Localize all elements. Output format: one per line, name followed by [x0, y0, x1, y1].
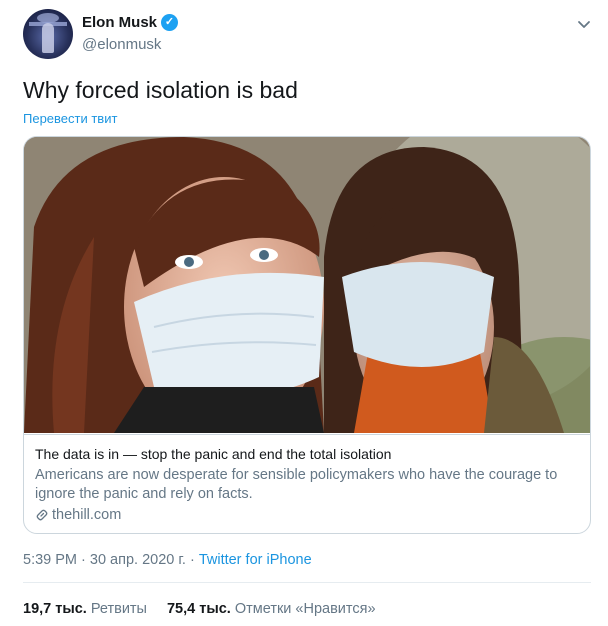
tweet-text: Why forced isolation is bad: [23, 77, 298, 103]
author-name-row[interactable]: Elon Musk ✓: [82, 14, 179, 31]
tweet-date[interactable]: 30 апр. 2020 г.: [90, 552, 186, 568]
divider: [23, 582, 591, 583]
author-handle[interactable]: @elonmusk: [82, 36, 161, 53]
meta-separator-2: ·: [185, 552, 199, 568]
card-domain-label[interactable]: thehill.com: [52, 507, 121, 523]
author-name[interactable]: Elon Musk: [82, 14, 157, 31]
tweet: Elon Musk ✓ @elonmusk Why forced isolati…: [0, 0, 608, 626]
tweet-time[interactable]: 5:39 PM: [23, 552, 77, 568]
link-icon: [36, 509, 48, 521]
verified-icon: ✓: [161, 14, 179, 31]
card-caption[interactable]: The data is in — stop the panic and end …: [24, 434, 590, 533]
card-photo: [24, 137, 590, 433]
likes-stat[interactable]: 75,4 тыс. Отметки «Нравится»: [167, 601, 376, 617]
card-domain[interactable]: thehill.com: [35, 507, 121, 523]
retweets-stat[interactable]: 19,7 тыс. Ретвиты: [23, 601, 147, 617]
retweets-count: 19,7 тыс.: [23, 601, 87, 617]
avatar[interactable]: [23, 9, 73, 59]
meta-separator: ·: [77, 552, 90, 568]
likes-label: Отметки «Нравится»: [234, 601, 376, 617]
card-description: Americans are now desperate for sensible…: [35, 467, 558, 502]
translate-link[interactable]: Перевести твит: [23, 111, 117, 126]
card-image[interactable]: [24, 137, 590, 433]
retweets-label: Ретвиты: [90, 601, 147, 617]
tweet-source[interactable]: Twitter for iPhone: [199, 552, 312, 568]
card-title[interactable]: The data is in — stop the panic and end …: [35, 446, 391, 462]
link-card[interactable]: The data is in — stop the panic and end …: [23, 136, 591, 534]
chevron-down-icon[interactable]: [574, 14, 594, 34]
tweet-meta: 5:39 PM · 30 апр. 2020 г. · Twitter for …: [23, 552, 312, 568]
likes-count: 75,4 тыс.: [166, 601, 231, 617]
avatar-figure: [42, 23, 54, 53]
tweet-stats: 19,7 тыс. Ретвиты 75,4 тыс. Отметки «Нра…: [23, 601, 376, 617]
